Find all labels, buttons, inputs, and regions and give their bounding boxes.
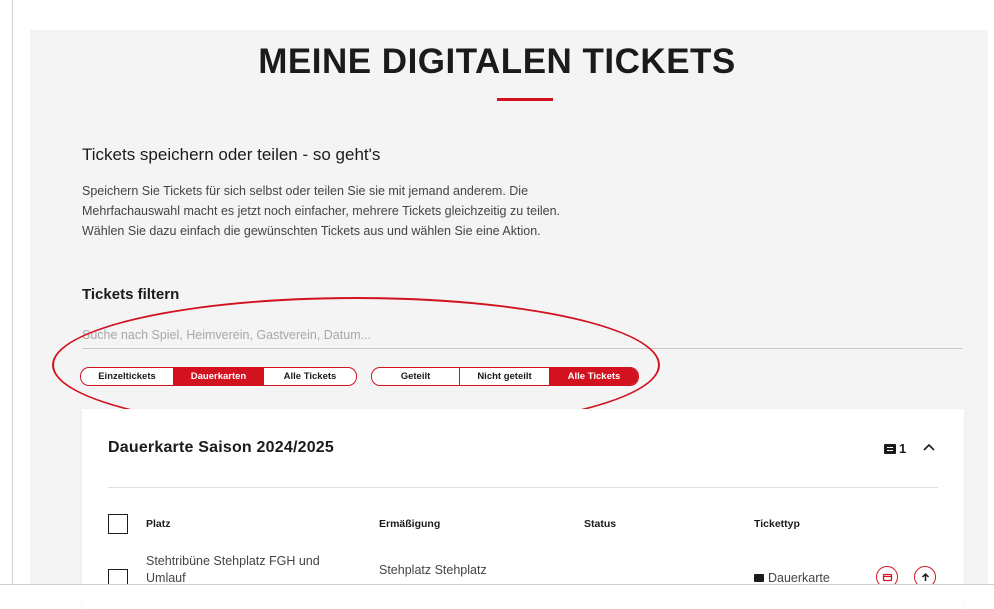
chevron-up-icon[interactable]	[922, 439, 936, 455]
card-title: Dauerkarte Saison 2024/2025	[108, 439, 334, 456]
cell-platz: Stehtribüne Stehplatz FGH und Umlauf	[146, 553, 320, 587]
page-title: MEINE DIGITALEN TICKETS	[258, 42, 736, 81]
season-ticket-card: Dauerkarte Saison 2024/2025 1 Platz Ermä…	[82, 409, 964, 609]
filter-heading: Tickets filtern	[82, 286, 180, 303]
ticket-count-value: 1	[899, 441, 907, 456]
window-frame-bottom	[0, 584, 994, 598]
share-status-filter: Geteilt Nicht geteilt Alle Tickets	[371, 367, 639, 386]
cell-ermaessigung: Stehplatz Stehplatz	[379, 563, 487, 577]
title-underline	[497, 98, 553, 101]
filter-alle-tickets-share[interactable]: Alle Tickets	[549, 368, 638, 385]
column-header-tickettyp: Tickettyp	[754, 518, 800, 530]
intro-line: Mehrfachauswahl macht es jetzt noch einf…	[82, 204, 561, 218]
ticket-count: 1	[884, 441, 906, 456]
ticket-icon	[754, 574, 764, 582]
card-divider	[108, 487, 938, 488]
search-input[interactable]	[82, 322, 962, 349]
filter-einzeltickets[interactable]: Einzeltickets	[81, 368, 173, 385]
column-header-status: Status	[584, 518, 617, 530]
intro-heading: Tickets speichern oder teilen - so geht'…	[82, 145, 381, 164]
column-header-ermaessigung: Ermäßigung	[379, 518, 441, 530]
select-all-checkbox[interactable]	[108, 514, 128, 534]
window-frame-left	[12, 0, 13, 597]
intro-line: Speichern Sie Tickets für sich selbst od…	[82, 184, 529, 198]
intro-text: Speichern Sie Tickets für sich selbst od…	[82, 181, 682, 241]
column-header-platz: Platz	[146, 518, 171, 530]
ticket-icon	[884, 443, 896, 454]
cell-tickettyp-value: Dauerkarte	[768, 571, 830, 585]
filter-nicht-geteilt[interactable]: Nicht geteilt	[459, 368, 549, 385]
ticket-type-filter: Einzeltickets Dauerkarten Alle Tickets	[80, 367, 357, 386]
cell-tickettyp: Dauerkarte	[754, 571, 830, 585]
cell-platz-line: Stehtribüne Stehplatz FGH und	[146, 554, 320, 568]
intro-line: Wählen Sie dazu einfach die gewünschten …	[82, 224, 541, 238]
filter-geteilt[interactable]: Geteilt	[372, 368, 459, 385]
filter-alle-tickets-type[interactable]: Alle Tickets	[263, 368, 356, 385]
filter-dauerkarten[interactable]: Dauerkarten	[173, 368, 263, 385]
